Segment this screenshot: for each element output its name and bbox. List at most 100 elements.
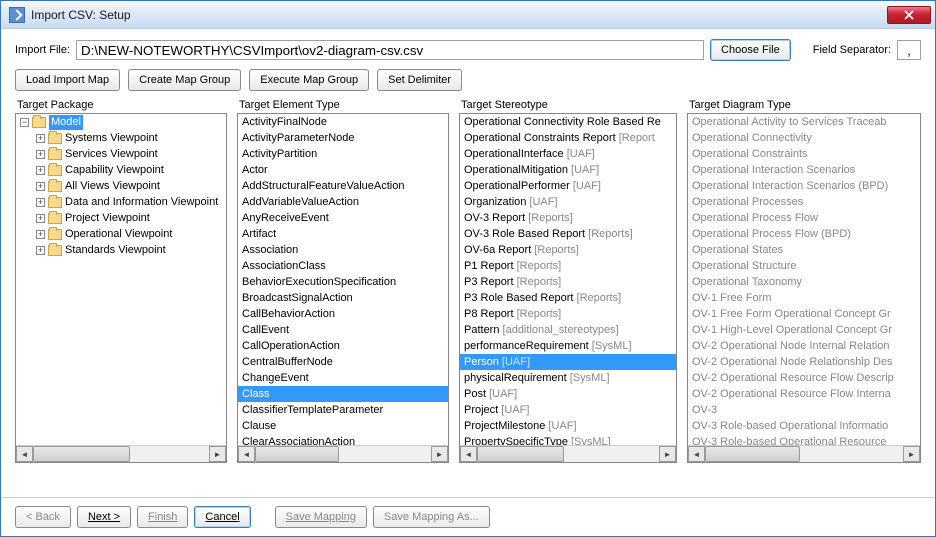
close-button[interactable] <box>887 6 931 24</box>
create-map-group-button[interactable]: Create Map Group <box>128 69 241 91</box>
hscrollbar[interactable]: ◄ ► <box>460 445 676 462</box>
list-item[interactable]: Operational Activity to Services Traceab <box>688 114 920 130</box>
list-item[interactable]: OV-1 Free Form Operational Concept Gr <box>688 306 920 322</box>
list-item[interactable]: OV-3 Role Based Report [Reports] <box>460 226 676 242</box>
list-item[interactable]: physicalRequirement [SysML] <box>460 370 676 386</box>
execute-map-group-button[interactable]: Execute Map Group <box>249 69 369 91</box>
list-item[interactable]: AddStructuralFeatureValueAction <box>238 178 448 194</box>
next-button[interactable]: Next > <box>77 506 131 528</box>
list-item[interactable]: ChangeEvent <box>238 370 448 386</box>
list-item[interactable]: Operational Connectivity <box>688 130 920 146</box>
target-stereotype-list[interactable]: Operational Connectivity Role Based Re Op… <box>459 113 677 463</box>
list-item[interactable]: OperationalMitigation [UAF] <box>460 162 676 178</box>
list-item[interactable]: CentralBufferNode <box>238 354 448 370</box>
list-item[interactable]: P3 Role Based Report [Reports] <box>460 290 676 306</box>
list-item[interactable]: BehaviorExecutionSpecification <box>238 274 448 290</box>
list-item[interactable]: ActivityPartition <box>238 146 448 162</box>
scroll-left-icon[interactable]: ◄ <box>16 446 33 462</box>
collapse-icon[interactable]: − <box>20 118 29 127</box>
tree-item[interactable]: +Standards Viewpoint <box>16 242 226 258</box>
list-item[interactable]: OV-2 Operational Node Internal Relation <box>688 338 920 354</box>
expand-icon[interactable]: + <box>36 214 45 223</box>
list-item[interactable]: Operational Interaction Scenarios <box>688 162 920 178</box>
tree-item[interactable]: +Services Viewpoint <box>16 146 226 162</box>
list-item[interactable]: Clause <box>238 418 448 434</box>
list-item[interactable]: CallEvent <box>238 322 448 338</box>
list-item[interactable]: Project [UAF] <box>460 402 676 418</box>
list-item[interactable]: OV-2 Operational Resource Flow Interna <box>688 386 920 402</box>
list-item[interactable]: OV-2 Operational Node Relationship Des <box>688 354 920 370</box>
target-package-tree[interactable]: −Model+Systems Viewpoint+Services Viewpo… <box>15 113 227 463</box>
expand-icon[interactable]: + <box>36 150 45 159</box>
list-item[interactable]: BroadcastSignalAction <box>238 290 448 306</box>
list-item[interactable]: Class <box>238 386 448 402</box>
list-item[interactable]: Operational Interaction Scenarios (BPD) <box>688 178 920 194</box>
list-item[interactable]: ActivityFinalNode <box>238 114 448 130</box>
expand-icon[interactable]: + <box>36 166 45 175</box>
list-item[interactable]: P3 Report [Reports] <box>460 274 676 290</box>
expand-icon[interactable]: + <box>36 182 45 191</box>
list-item[interactable]: Post [UAF] <box>460 386 676 402</box>
list-item[interactable]: OV-3 Report [Reports] <box>460 210 676 226</box>
list-item[interactable]: OV-6a Report [Reports] <box>460 242 676 258</box>
list-item[interactable]: OperationalInterface [UAF] <box>460 146 676 162</box>
hscrollbar[interactable]: ◄ ► <box>16 445 226 462</box>
list-item[interactable]: Organization [UAF] <box>460 194 676 210</box>
scroll-left-icon[interactable]: ◄ <box>238 446 255 462</box>
list-item[interactable]: P1 Report [Reports] <box>460 258 676 274</box>
scroll-right-icon[interactable]: ► <box>431 446 448 462</box>
finish-button[interactable]: Finish <box>137 506 188 528</box>
expand-icon[interactable]: + <box>36 246 45 255</box>
list-item[interactable]: AssociationClass <box>238 258 448 274</box>
save-mapping-as-button[interactable]: Save Mapping As... <box>373 506 490 528</box>
choose-file-button[interactable]: Choose File <box>710 39 791 61</box>
list-item[interactable]: OV-3 Role-based Operational Informatio <box>688 418 920 434</box>
scroll-right-icon[interactable]: ► <box>659 446 676 462</box>
set-delimiter-button[interactable]: Set Delimiter <box>377 69 462 91</box>
list-item[interactable]: Artifact <box>238 226 448 242</box>
list-item[interactable]: Operational Structure <box>688 258 920 274</box>
target-diagram-type-list[interactable]: Operational Activity to Services Traceab… <box>687 113 921 463</box>
list-item[interactable]: CallBehaviorAction <box>238 306 448 322</box>
list-item[interactable]: Operational Processes <box>688 194 920 210</box>
list-item[interactable]: Pattern [additional_stereotypes] <box>460 322 676 338</box>
hscrollbar[interactable]: ◄ ► <box>688 445 920 462</box>
list-item[interactable]: CallOperationAction <box>238 338 448 354</box>
expand-icon[interactable]: + <box>36 134 45 143</box>
list-item[interactable]: OV-3 <box>688 402 920 418</box>
scroll-left-icon[interactable]: ◄ <box>460 446 477 462</box>
tree-item[interactable]: +Capability Viewpoint <box>16 162 226 178</box>
list-item[interactable]: ProjectMilestone [UAF] <box>460 418 676 434</box>
list-item[interactable]: Person [UAF] <box>460 354 676 370</box>
list-item[interactable]: ActivityParameterNode <box>238 130 448 146</box>
list-item[interactable]: PropertySpecificType [SysML] <box>460 434 676 445</box>
tree-item[interactable]: +Systems Viewpoint <box>16 130 226 146</box>
list-item[interactable]: Operational Process Flow <box>688 210 920 226</box>
list-item[interactable]: ClearAssociationAction <box>238 434 448 445</box>
list-item[interactable]: performanceRequirement [SysML] <box>460 338 676 354</box>
list-item[interactable]: OV-1 Free Form <box>688 290 920 306</box>
list-item[interactable]: Association <box>238 242 448 258</box>
list-item[interactable]: Operational Connectivity Role Based Re <box>460 114 676 130</box>
list-item[interactable]: OV-1 High-Level Operational Concept Gr <box>688 322 920 338</box>
scroll-right-icon[interactable]: ► <box>903 446 920 462</box>
list-item[interactable]: OperationalPerformer [UAF] <box>460 178 676 194</box>
list-item[interactable]: Operational Process Flow (BPD) <box>688 226 920 242</box>
hscrollbar[interactable]: ◄ ► <box>238 445 448 462</box>
tree-item[interactable]: +Operational Viewpoint <box>16 226 226 242</box>
back-button[interactable]: < Back <box>15 506 71 528</box>
field-separator-input[interactable] <box>897 40 921 60</box>
target-element-type-list[interactable]: ActivityFinalNodeActivityParameterNodeAc… <box>237 113 449 463</box>
tree-item[interactable]: +Data and Information Viewpoint <box>16 194 226 210</box>
tree-item[interactable]: +All Views Viewpoint <box>16 178 226 194</box>
list-item[interactable]: Operational States <box>688 242 920 258</box>
list-item[interactable]: OV-2 Operational Resource Flow Descrip <box>688 370 920 386</box>
save-mapping-button[interactable]: Save Mapping <box>275 506 367 528</box>
list-item[interactable]: Operational Constraints <box>688 146 920 162</box>
tree-item[interactable]: +Project Viewpoint <box>16 210 226 226</box>
list-item[interactable]: AddVariableValueAction <box>238 194 448 210</box>
scroll-right-icon[interactable]: ► <box>209 446 226 462</box>
list-item[interactable]: Operational Taxonomy <box>688 274 920 290</box>
list-item[interactable]: P8 Report [Reports] <box>460 306 676 322</box>
expand-icon[interactable]: + <box>36 230 45 239</box>
